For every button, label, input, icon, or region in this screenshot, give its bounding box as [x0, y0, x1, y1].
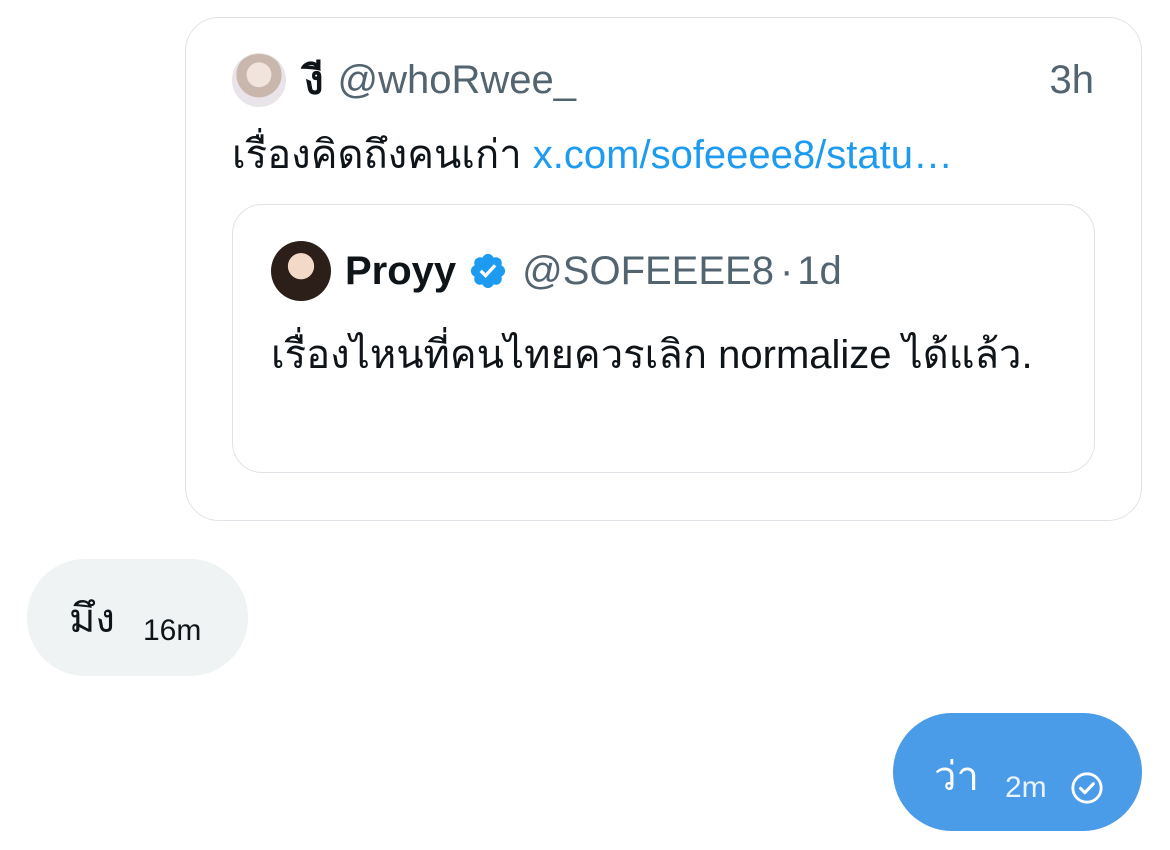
quoted-tweet-header: Proyy @SOFEEEE8 · 1d [271, 240, 842, 302]
shared-tweet-text: เรื่องคิดถึงคนเก่า x.com/sofeeee8/statu… [232, 128, 1092, 182]
avatar[interactable] [271, 241, 331, 301]
shared-tweet-author-handle[interactable]: @whoRwee_ [338, 58, 577, 103]
verified-badge-icon [471, 253, 506, 289]
received-message-bubble[interactable] [27, 559, 248, 676]
shared-tweet-link[interactable]: x.com/sofeeee8/statu… [533, 133, 953, 177]
received-message-time: 16m [143, 614, 202, 647]
sent-message-text: ว่า [934, 755, 979, 799]
avatar[interactable] [232, 53, 286, 107]
quoted-tweet-text: เรื่องไหนที่คนไทยควรเลิก normalize ได้แล… [271, 333, 1033, 377]
shared-tweet-header: งี @whoRwee_ 3h [232, 52, 1094, 108]
quoted-tweet-author-handle[interactable]: @SOFEEEE8 [522, 249, 774, 294]
shared-tweet-time: 3h [1049, 57, 1095, 102]
shared-tweet-body: เรื่องคิดถึงคนเก่า [232, 133, 522, 177]
sent-message-time: 2m [1005, 771, 1047, 804]
read-check-icon [1071, 772, 1103, 804]
quoted-tweet-time: 1d [797, 248, 842, 293]
shared-tweet-author-name[interactable]: งี [304, 48, 324, 112]
received-message-text: มึง [69, 597, 115, 641]
quoted-tweet-separator: · [779, 248, 794, 293]
dm-conversation: งี @whoRwee_ 3h เรื่องคิดถึงคนเก่า x.com… [0, 0, 1170, 850]
quoted-tweet-author-name[interactable]: Proyy [345, 249, 456, 294]
